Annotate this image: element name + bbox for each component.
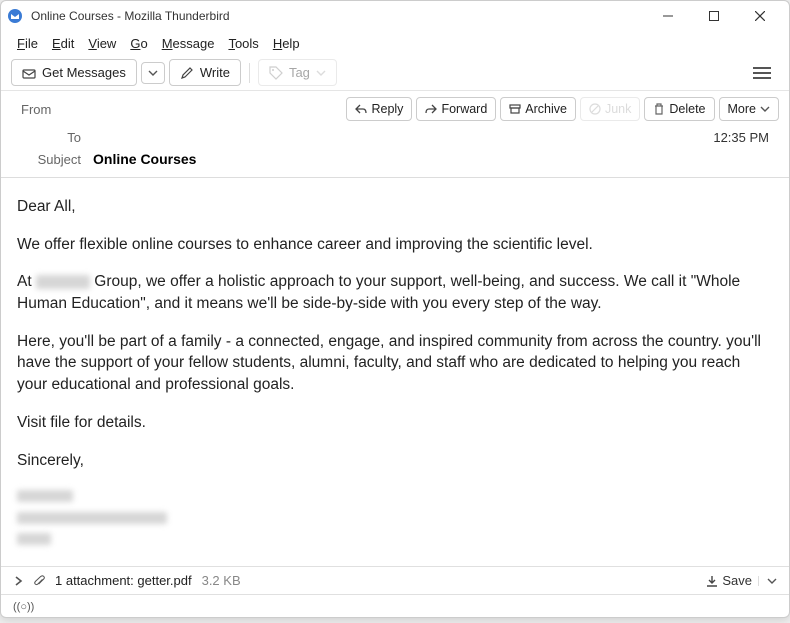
thunderbird-icon [7,8,23,24]
chevron-down-icon [760,104,770,114]
attachment-bar: 1 attachment: getter.pdf 3.2 KB Save [1,566,789,594]
signature-block [17,487,773,552]
reply-icon [355,103,367,115]
body-p3: At Group, we offer a holistic approach t… [17,271,773,314]
titlebar: Online Courses - Mozilla Thunderbird [1,1,789,31]
body-p4: Here, you'll be part of a family - a con… [17,331,773,396]
connection-status-icon: ((○)) [13,601,34,613]
paperclip-icon [33,574,47,588]
attachment-size: 3.2 KB [202,573,241,588]
delete-label: Delete [669,102,705,116]
status-bar: ((○)) [1,594,789,617]
delete-button[interactable]: Delete [644,97,714,121]
chevron-down-icon [316,68,326,78]
close-button[interactable] [737,1,783,31]
redacted-text [17,533,51,545]
menu-view[interactable]: View [82,34,122,53]
menu-help[interactable]: Help [267,34,306,53]
archive-label: Archive [525,102,567,116]
forward-icon [425,103,437,115]
reply-label: Reply [371,102,403,116]
forward-button[interactable]: Forward [416,97,496,121]
save-chevron[interactable] [758,576,777,586]
menu-go[interactable]: Go [124,34,153,53]
message-body: Dear All, We offer flexible online cours… [1,182,789,566]
message-header-toolbar: From Reply Forward Archive Junk Delete [1,91,789,127]
message-time: 12:35 PM [713,130,769,145]
body-p1: Dear All, [17,196,773,218]
main-window: Online Courses - Mozilla Thunderbird Fil… [0,0,790,618]
forward-label: Forward [441,102,487,116]
junk-icon [589,103,601,115]
write-label: Write [200,65,230,80]
download-icon [706,575,718,587]
redacted-text [36,275,90,289]
redacted-text [17,490,73,502]
tag-label: Tag [289,65,310,80]
junk-button[interactable]: Junk [580,97,640,121]
menu-file[interactable]: File [11,34,44,53]
get-messages-button[interactable]: Get Messages [11,59,137,86]
to-label: To [21,130,81,145]
body-p5: Visit file for details. [17,412,773,434]
main-toolbar: Get Messages Write Tag [1,55,789,91]
subject-label: Subject [21,152,81,167]
window-title: Online Courses - Mozilla Thunderbird [31,9,230,23]
pencil-icon [180,66,194,80]
save-label: Save [722,573,752,588]
menu-tools[interactable]: Tools [222,34,264,53]
save-attachment-button[interactable]: Save [706,573,752,588]
menubar: File Edit View Go Message Tools Help [1,31,789,55]
redacted-text [17,512,167,524]
minimize-button[interactable] [645,1,691,31]
attachment-expand-chevron[interactable] [13,575,25,587]
maximize-button[interactable] [691,1,737,31]
download-icon [22,66,36,80]
attachment-label[interactable]: 1 attachment: getter.pdf [55,573,192,588]
get-messages-chevron[interactable] [141,62,165,84]
get-messages-label: Get Messages [42,65,126,80]
from-label: From [11,102,81,117]
archive-button[interactable]: Archive [500,97,576,121]
menu-edit[interactable]: Edit [46,34,80,53]
junk-label: Junk [605,102,631,116]
body-p2: We offer flexible online courses to enha… [17,234,773,256]
more-label: More [728,102,756,116]
tag-button: Tag [258,59,337,86]
trash-icon [653,103,665,115]
hamburger-menu-button[interactable] [745,58,779,88]
archive-icon [509,103,521,115]
subject-row: Subject Online Courses [1,148,789,178]
more-button[interactable]: More [719,97,779,121]
menu-message[interactable]: Message [156,34,221,53]
tag-icon [269,66,283,80]
body-p6: Sincerely, [17,450,773,472]
to-row: To 12:35 PM [1,127,789,148]
reply-button[interactable]: Reply [346,97,412,121]
write-button[interactable]: Write [169,59,241,86]
subject-value: Online Courses [93,151,196,167]
separator [249,63,250,83]
